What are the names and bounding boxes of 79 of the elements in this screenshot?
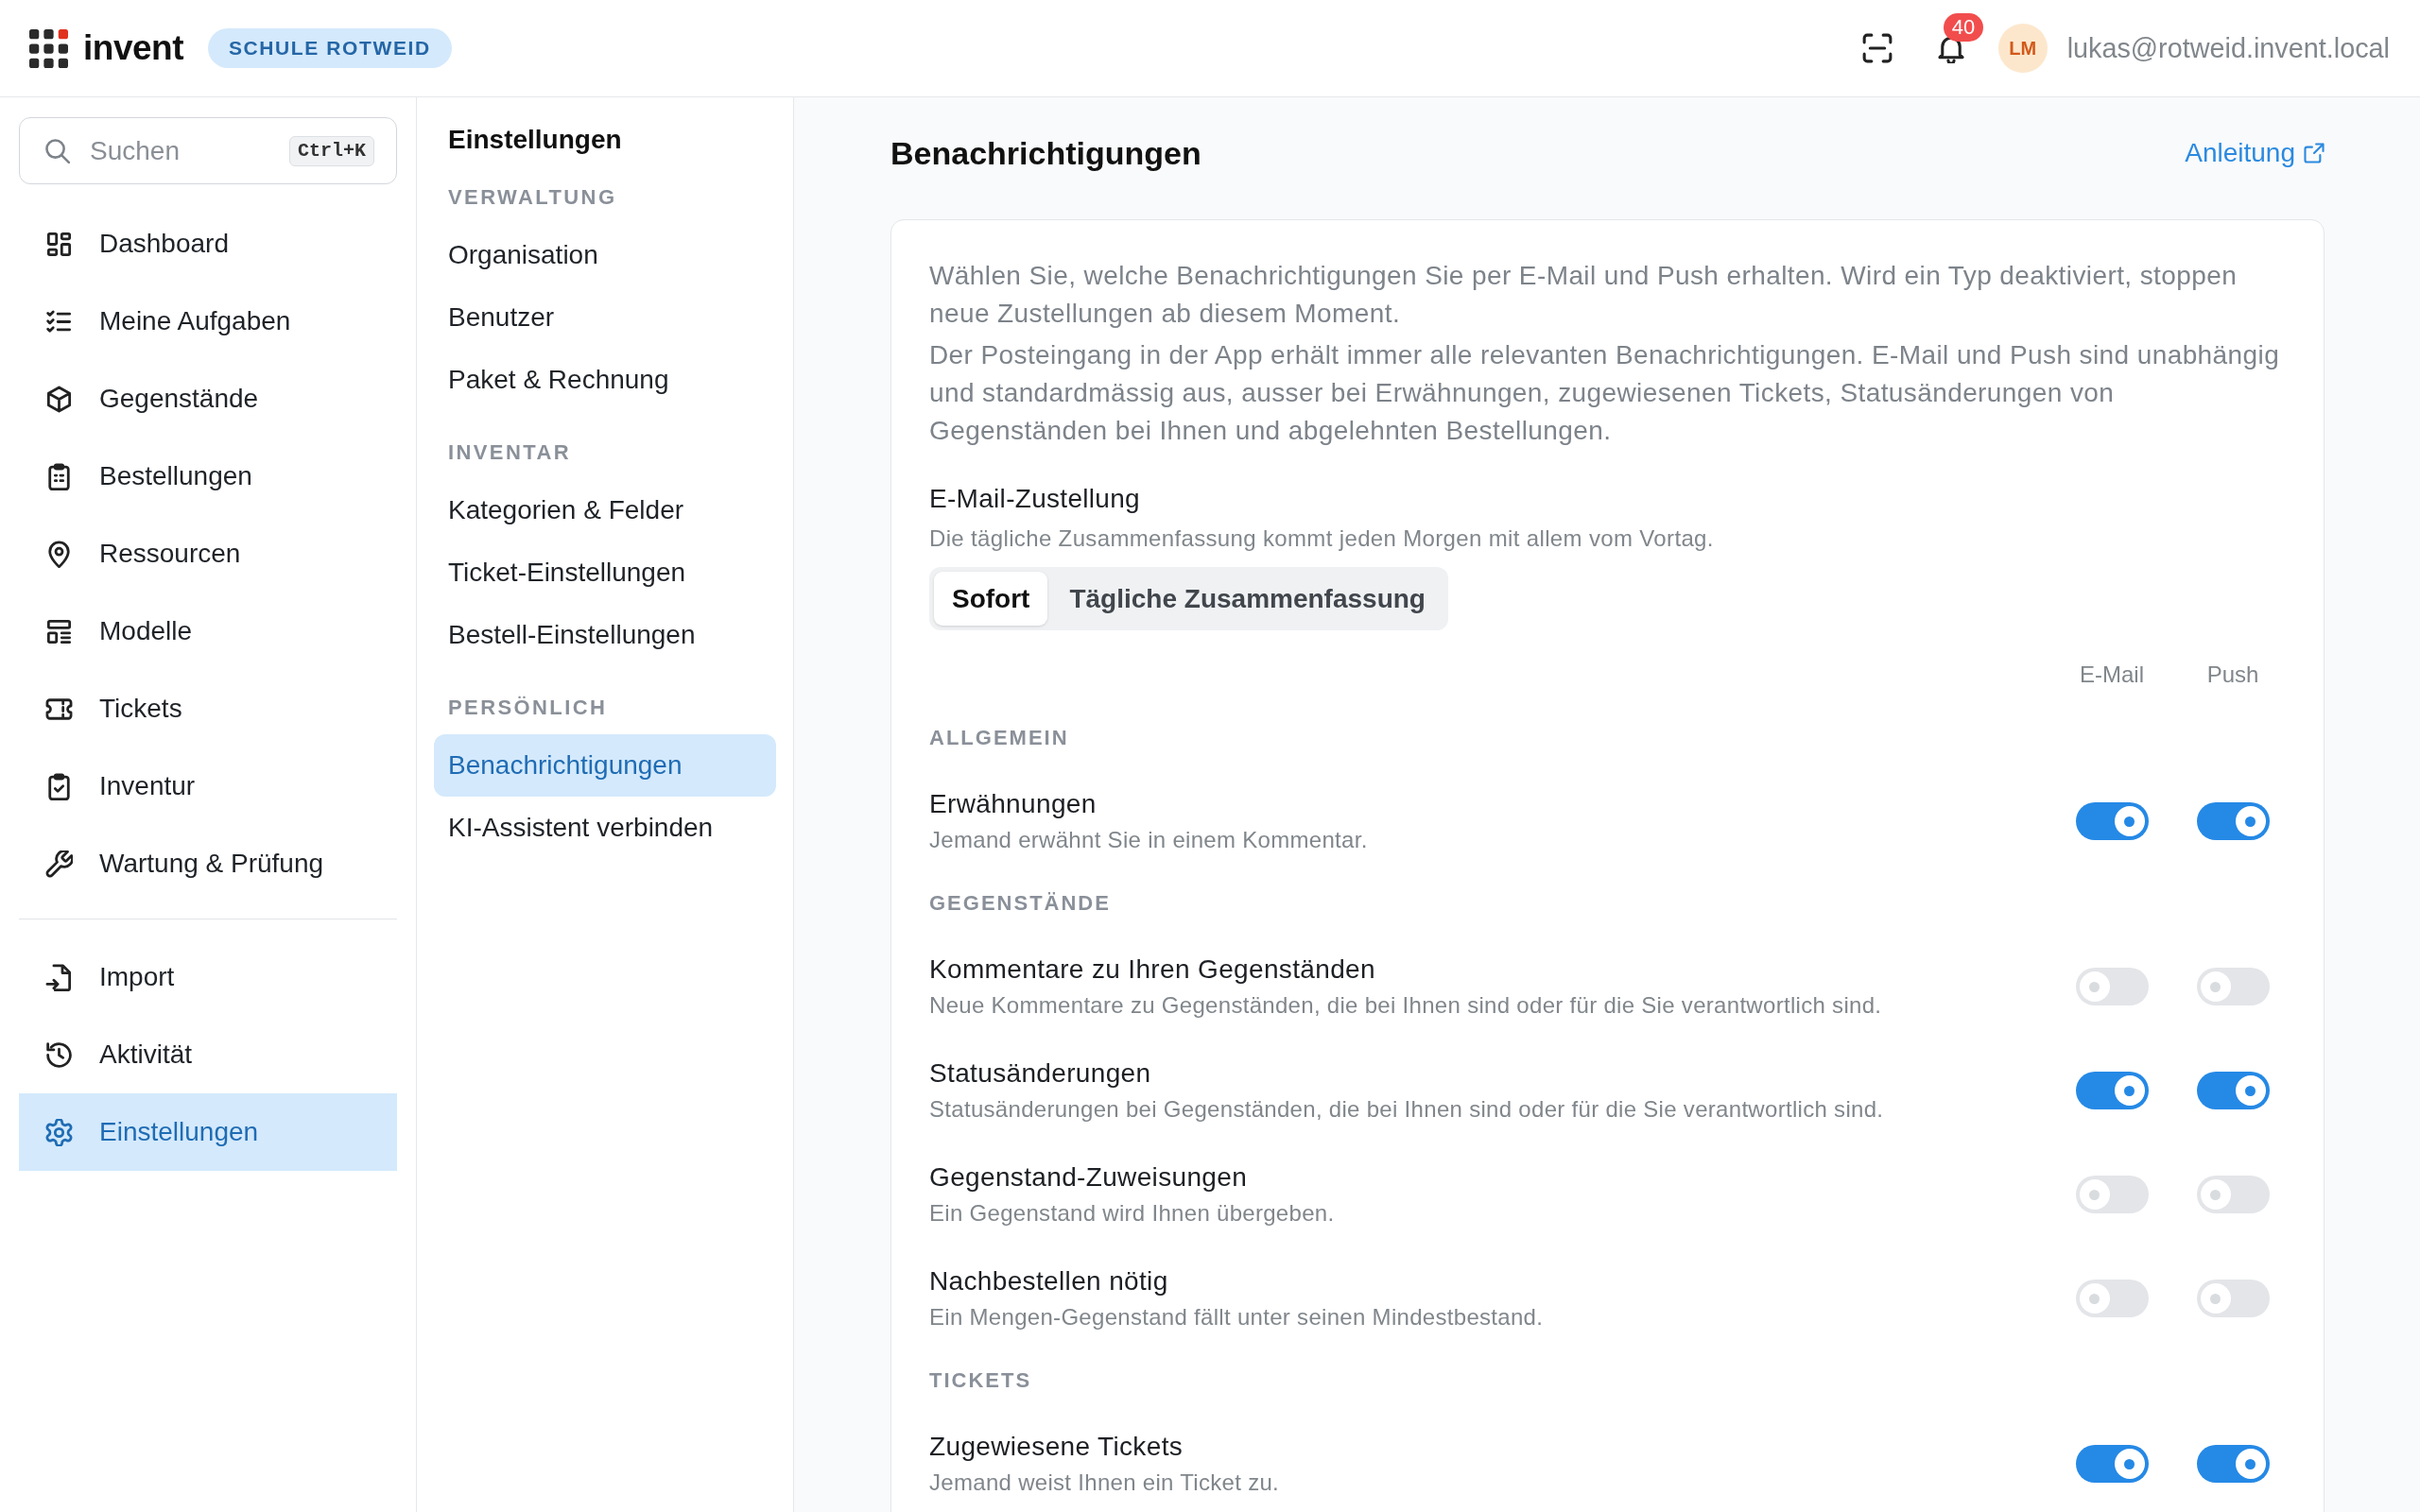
- settings-nav-item[interactable]: Organisation: [434, 224, 776, 286]
- segment-button[interactable]: Tägliche Zusammenfassung: [1051, 572, 1443, 626]
- clipboard-list-icon: [45, 462, 73, 490]
- notification-description: Ein Gegenstand wird Ihnen übergeben.: [929, 1199, 1336, 1228]
- external-link-icon: [2304, 143, 2325, 163]
- nav-item[interactable]: Tickets: [19, 670, 397, 747]
- notification-title: Kommentare zu Ihren Gegenständen: [929, 954, 1376, 986]
- notification-title: Nachbestellen nötig: [929, 1265, 1169, 1297]
- notification-description: Ein Mengen-Gegenstand fällt unter seinen Mindestbestand.: [929, 1303, 1545, 1332]
- settings-nav-item[interactable]: Bestell-Einstellungen: [434, 604, 776, 666]
- nav-item[interactable]: Meine Aufgaben: [19, 283, 397, 360]
- toggle-switch[interactable]: [2196, 968, 2270, 1005]
- toggle-switch[interactable]: [2075, 802, 2149, 840]
- settings-nav-item[interactable]: Benutzer: [434, 286, 776, 349]
- group-heading: TICKETS: [929, 1367, 1033, 1394]
- notification-title: Gegenstand-Zuweisungen: [929, 1161, 1249, 1194]
- wrench-icon: [45, 850, 73, 878]
- notification-description: Statusänderungen bei Gegenständen, die bei Ihnen sind oder für die Sie verantwortlich sind.: [929, 1095, 1885, 1124]
- history-icon: [45, 1040, 73, 1069]
- settings-title: Einstellungen: [447, 124, 623, 156]
- settings-nav-item[interactable]: Kategorien & Felder: [434, 479, 776, 541]
- user-email: lukas@rotweid.invent.local: [2066, 32, 2390, 64]
- settings-nav-item[interactable]: Paket & Rechnung: [434, 349, 776, 411]
- nav-item[interactable]: Wartung & Prüfung: [19, 825, 397, 902]
- group-heading: ALLGEMEIN: [929, 725, 1070, 751]
- clipboard-check-icon: [45, 772, 73, 800]
- delivery-label: E-Mail-Zustellung: [929, 483, 1141, 515]
- toggle-switch[interactable]: [2196, 1072, 2270, 1109]
- section-heading: VERWALTUNG: [447, 184, 618, 211]
- layout-icon: [45, 617, 73, 645]
- notification-title: Erwähnungen: [929, 788, 1098, 820]
- nav-item[interactable]: Einstellungen: [19, 1093, 397, 1171]
- toggle-switch[interactable]: [2075, 1072, 2149, 1109]
- nav-item[interactable]: Modelle: [19, 593, 397, 670]
- logo-icon: [29, 28, 68, 68]
- scan-icon[interactable]: [1861, 33, 1893, 63]
- organization-tag: SCHULE ROTWEID: [207, 28, 452, 68]
- notification-description: Jemand erwähnt Sie in einem Kommentar.: [929, 826, 1369, 854]
- section-heading: PERSÖNLICH: [447, 695, 609, 721]
- notification-title: Statusänderungen: [929, 1057, 1152, 1090]
- shortcut-hint: Ctrl+K: [289, 136, 374, 166]
- file-arrow-icon: [45, 963, 73, 991]
- group-heading: GEGENSTÄNDE: [929, 890, 1112, 917]
- toggle-switch[interactable]: [2075, 1280, 2149, 1317]
- tiles-icon: [45, 230, 73, 258]
- notification-count: 40: [1943, 13, 1984, 42]
- intro-text: Wählen Sie, welche Benachrichtigungen Sie per E-Mail und Push erhalten. Wird ein Typ deaktiviert, stoppen neue Zustellungen ab diesem Moment.: [929, 260, 2238, 330]
- segment-button[interactable]: Sofort: [934, 572, 1048, 626]
- toggle-switch[interactable]: [2075, 968, 2149, 1005]
- location-pin-icon: [45, 540, 73, 568]
- notification-description: Neue Kommentare zu Gegenständen, die bei Ihnen sind oder für die Sie verantwortlich sind.: [929, 991, 1883, 1020]
- nav-item[interactable]: Bestellungen: [19, 438, 397, 515]
- column-heading: E-Mail: [2079, 661, 2145, 689]
- toggle-switch[interactable]: [2075, 1176, 2149, 1213]
- toggle-switch[interactable]: [2196, 1280, 2270, 1317]
- nav-item[interactable]: Aktivität: [19, 1016, 397, 1093]
- nav-item[interactable]: Ressourcen: [19, 515, 397, 593]
- notification-description: Jemand weist Ihnen ein Ticket zu.: [929, 1469, 1281, 1497]
- settings-nav-item[interactable]: KI-Assistent verbinden: [434, 797, 776, 859]
- nav-item[interactable]: Dashboard: [19, 205, 397, 283]
- toggle-switch[interactable]: [2196, 1445, 2270, 1483]
- gear-icon: [45, 1118, 73, 1146]
- toggle-switch[interactable]: [2075, 1445, 2149, 1483]
- toggle-switch[interactable]: [2196, 1176, 2270, 1213]
- nav-item[interactable]: Import: [19, 938, 397, 1016]
- notification-title: Zugewiesene Tickets: [929, 1431, 1184, 1463]
- toggle-switch[interactable]: [2196, 802, 2270, 840]
- delivery-hint: Die tägliche Zusammenfassung kommt jeden Morgen mit allem vom Vortag.: [929, 524, 1715, 553]
- cube-icon: [45, 385, 73, 413]
- section-heading: INVENTAR: [447, 439, 573, 466]
- intro-text: Der Posteingang in der App erhält immer alle relevanten Benachrichtigungen. E-Mail und Push sind unabhängig und standardmässig aus, ausser bei Erwähnungen, zugewiesenen Tickets, Statusänderungen von Gegenständen bei Ihnen und abgelehnten Bestellungen.: [929, 339, 2281, 447]
- nav-item[interactable]: Inventur: [19, 747, 397, 825]
- search-icon: [44, 138, 70, 163]
- settings-nav-item[interactable]: Benachrichtigungen: [434, 734, 776, 797]
- nav-item[interactable]: Gegenstände: [19, 360, 397, 438]
- app-name: invent: [83, 27, 183, 69]
- page-title: Benachrichtigungen: [890, 134, 1201, 172]
- settings-nav-item[interactable]: Ticket-Einstellungen: [434, 541, 776, 604]
- column-heading: Push: [2205, 661, 2260, 689]
